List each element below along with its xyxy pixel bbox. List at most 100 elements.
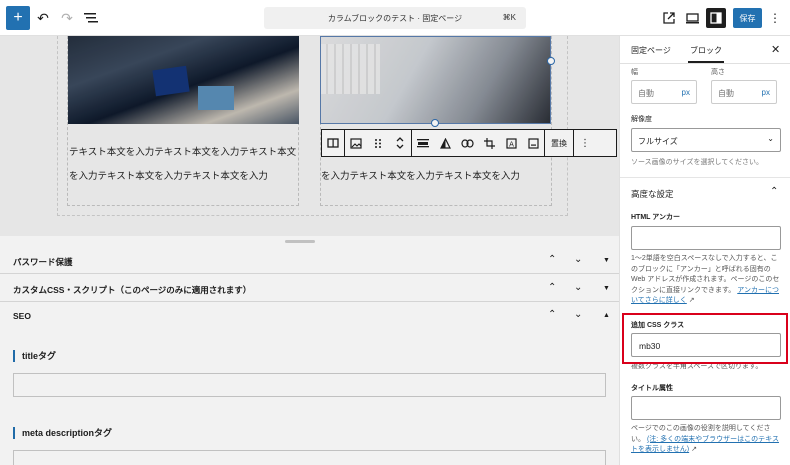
settings-sidebar: 固定ページ ブロック ✕ 幅 高さ 自動 px 自動 px 解像度 フルサイズ … (619, 36, 790, 465)
highlight-box (622, 313, 788, 364)
chevron-up-down-icon (396, 137, 404, 149)
options-menu-button[interactable]: ⋮ (768, 8, 782, 28)
desktop-icon (685, 12, 699, 23)
seo-description-input[interactable] (13, 450, 606, 465)
metabox-title: カスタムCSS・スクリプト（このページのみに適用されます） (13, 285, 252, 295)
toggle-panel-icon[interactable]: ▼ (603, 257, 610, 264)
title-attr-input[interactable] (631, 396, 781, 420)
advanced-panel-title[interactable]: 高度な設定 (631, 188, 674, 200)
paragraph-column-2[interactable]: を入力テキスト本文を入力テキスト本文を入力 (321, 165, 520, 189)
move-up-icon[interactable]: ⌃ (548, 282, 556, 293)
height-input[interactable]: 自動 px (711, 80, 777, 104)
chevron-down-icon: ⌄ (767, 134, 774, 143)
width-value: 自動 (638, 89, 654, 98)
move-up-icon[interactable]: ⌃ (548, 309, 556, 320)
list-view-icon (84, 13, 98, 23)
caption-button[interactable] (522, 130, 544, 156)
move-down-icon[interactable]: ⌄ (574, 282, 582, 293)
add-block-button[interactable]: + (6, 6, 30, 30)
resolution-help: ソース画像のサイズを選択してください。 (631, 159, 764, 166)
align-icon (417, 139, 429, 148)
image-calculator-selected[interactable] (320, 36, 551, 124)
tab-block[interactable]: ブロック (688, 45, 724, 63)
folder-shape (152, 65, 190, 97)
drag-handle[interactable] (367, 130, 389, 156)
metabox-custom-css: カスタムCSS・スクリプト（このページのみに適用されます） ⌃ ⌄ ▼ (0, 276, 619, 302)
resize-handle-bottom[interactable] (431, 119, 439, 127)
height-label: 高さ (711, 69, 725, 76)
metabox-seo: SEO ⌃ ⌄ ▲ (0, 303, 619, 329)
resize-handle-right[interactable] (547, 57, 555, 65)
align-button[interactable] (412, 130, 434, 156)
metabox-title: SEO (13, 311, 31, 321)
text-overlay-button[interactable]: A (500, 130, 522, 156)
external-link-icon: ↗ (686, 297, 695, 304)
selection-outline (320, 36, 551, 124)
toolbar-more-group: ⋮ (574, 130, 596, 156)
chevron-up-icon[interactable]: ⌃ (770, 186, 778, 197)
save-button[interactable]: 保存 (733, 8, 762, 28)
replace-button[interactable]: 置換 (545, 130, 573, 156)
seo-title-input[interactable] (13, 373, 606, 397)
undo-button[interactable]: ↶ (34, 8, 52, 28)
block-options-button[interactable]: ⋮ (574, 130, 596, 156)
preview-device-button[interactable] (683, 9, 701, 27)
columns-icon (327, 138, 339, 148)
move-up-icon[interactable]: ⌃ (548, 254, 556, 265)
external-link-icon (663, 12, 675, 24)
width-input[interactable]: 自動 px (631, 80, 697, 104)
seo-description-heading: meta descriptionタグ (13, 427, 112, 439)
width-unit[interactable]: px (682, 88, 690, 97)
toolbar-replace-group: 置換 (545, 130, 574, 156)
move-up-down-button[interactable] (389, 130, 411, 156)
toolbar-tools-group: A (412, 130, 545, 156)
close-icon[interactable]: ✕ (771, 43, 780, 56)
sidebar-tabs: 固定ページ ブロック ✕ (620, 36, 790, 64)
duotone-button[interactable] (434, 130, 456, 156)
toolbar-block-group (345, 130, 412, 156)
height-unit[interactable]: px (762, 88, 770, 97)
document-overview-button[interactable] (82, 8, 100, 28)
move-down-icon[interactable]: ⌄ (574, 309, 582, 320)
title-attr-label: タイトル属性 (631, 385, 673, 392)
drag-dots-icon (375, 138, 381, 148)
caption-icon (527, 137, 539, 149)
sidebar-icon (710, 12, 722, 24)
tab-page[interactable]: 固定ページ (631, 45, 671, 56)
image-business-meeting[interactable] (68, 36, 299, 124)
laptop-shape (198, 86, 234, 110)
image-block-toolbar: A 置換 ⋮ (321, 129, 617, 157)
resize-divider[interactable] (285, 240, 315, 243)
resolution-value: フルサイズ (638, 137, 678, 146)
toggle-panel-icon[interactable]: ▲ (603, 312, 610, 319)
move-down-icon[interactable]: ⌄ (574, 254, 582, 265)
text-overlay-icon: A (505, 137, 517, 149)
crop-icon (483, 137, 495, 149)
metabox-password: パスワード保護 ⌃ ⌄ ▼ (0, 248, 619, 274)
settings-toggle-button[interactable] (706, 8, 726, 28)
editor-topbar: + ↶ ↷ カラムブロックのテスト · 固定ページ ⌘K 保存 ⋮ (0, 0, 790, 36)
crop-button[interactable] (478, 130, 500, 156)
block-type-button[interactable] (345, 130, 367, 156)
command-palette-button[interactable]: カラムブロックのテスト · 固定ページ ⌘K (264, 7, 526, 29)
shortcut-hint: ⌘K (502, 13, 516, 22)
title-attr-note-link[interactable]: (注: 多くの端末やブラウザーはこのテキストを表示しません) (631, 436, 779, 454)
toggle-panel-icon[interactable]: ▼ (603, 285, 610, 292)
link-button[interactable] (456, 130, 478, 156)
view-page-button[interactable] (660, 9, 678, 27)
height-value: 自動 (718, 89, 734, 98)
html-anchor-help: 1〜2単語を空白スペースなしで入力すると、このブロックに「アンカー」と呼ばれる固… (631, 254, 783, 307)
html-anchor-input[interactable] (631, 226, 781, 250)
resolution-label: 解像度 (631, 116, 652, 123)
toolbar-parent-group (322, 130, 345, 156)
select-parent-button[interactable] (322, 130, 344, 156)
redo-button[interactable]: ↷ (58, 8, 76, 28)
link-icon (460, 138, 474, 148)
resolution-select[interactable]: フルサイズ ⌄ (631, 128, 781, 152)
html-anchor-label: HTML アンカー (631, 214, 680, 221)
paragraph-column-1[interactable]: テキスト本文を入力テキスト本文を入力テキスト本文を入力テキスト本文を入力テキスト… (69, 141, 301, 189)
duotone-icon (439, 137, 451, 149)
svg-text:A: A (509, 140, 514, 148)
width-label: 幅 (631, 69, 638, 76)
title-attr-help: ページでのこの画像の役割を説明してください。 (注: 多くの端末やブラウザーはこ… (631, 424, 783, 456)
